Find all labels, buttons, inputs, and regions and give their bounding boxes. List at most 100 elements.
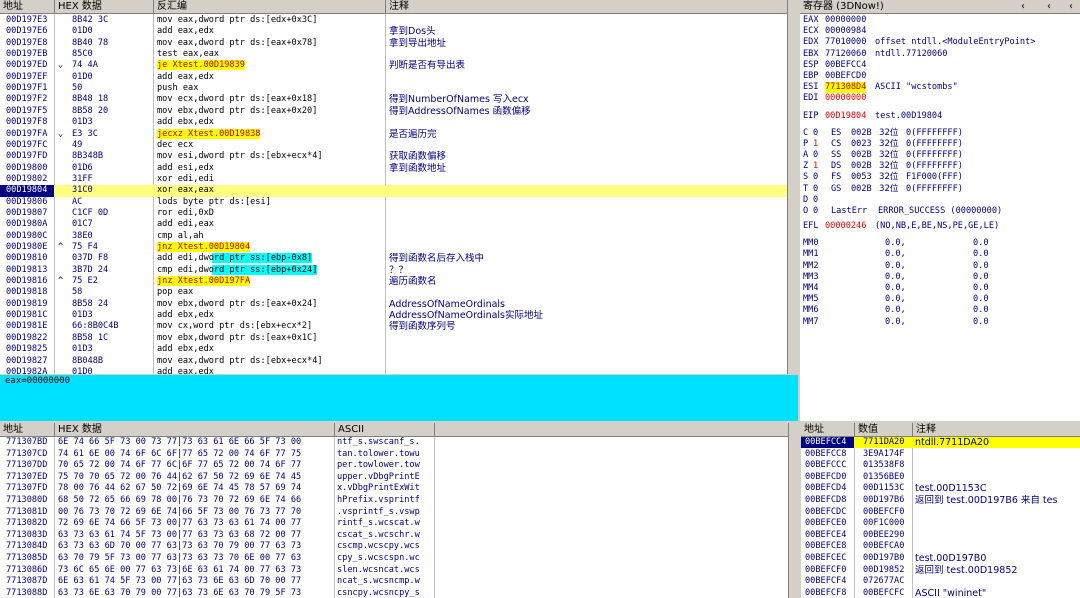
stack-row[interactable]: 00BEFCDC 00BEFCF0 <box>801 507 1080 518</box>
flag-value[interactable]: 0 <box>813 206 818 217</box>
stack-row[interactable]: 00BEFCE0 00F1C000 <box>801 518 1080 529</box>
stack-col-value[interactable]: 数值 <box>855 423 913 437</box>
stack-row[interactable]: 00BEFCD0 01356BE0 <box>801 472 1080 483</box>
register-value[interactable]: 77120060 <box>825 49 866 60</box>
flag-value[interactable]: 0 <box>813 195 818 206</box>
dump-row[interactable]: 7713087D 6E 63 61 74 5F 73 00 77|63 73 6E… <box>0 576 788 587</box>
disasm-row[interactable]: 00D197E3 8B42 3C mov eax,dword ptr ds:[edx… <box>0 15 787 26</box>
stack-row[interactable]: 00BEFCD4 00D1153C test.00D1153C <box>801 483 1080 494</box>
disasm-row[interactable]: 00D1981C 01D3 add ebx,edx AddressOfNameOrdi… <box>0 310 787 321</box>
chevron-left-icon[interactable]: ‹ <box>1044 0 1056 14</box>
chevron-left-icon[interactable]: ‹ <box>1066 0 1078 14</box>
disasm-row[interactable]: 00D197FC 49 dec ecx <box>0 140 787 151</box>
register-name: EIP <box>803 110 819 121</box>
disasm-row[interactable]: 00D197F8 01D3 add ebx,edx <box>0 117 787 128</box>
disasm-row[interactable]: 00D19807 C1CF 0D ror edi,0xD <box>0 208 787 219</box>
register-value[interactable]: 00000246 <box>825 221 866 232</box>
dump-row[interactable]: 7713084D 63 73 63 6D 70 00 77 63|73 63 70… <box>0 541 788 552</box>
dump-row[interactable]: 7713088D 63 73 6E 63 70 79 00 77|63 73 6E… <box>0 588 788 598</box>
disasm-row[interactable]: 00D197EB 85C0 test eax,eax <box>0 49 787 60</box>
dump-row[interactable]: 771307CD 74 61 6E 00 74 6F 6C 6F|77 65 72… <box>0 449 788 460</box>
disasm-row[interactable]: 00D197F1 50 push eax <box>0 83 787 94</box>
col-header-disasm[interactable]: 反汇编 <box>154 0 386 14</box>
register-value[interactable]: 00000984 <box>825 26 866 37</box>
disasm-row[interactable]: 00D1982A 01D0 add eax,edx <box>0 367 787 374</box>
col-header-address[interactable]: 地址 <box>0 0 55 14</box>
register-name: MM3 <box>803 271 819 282</box>
disasm-row[interactable]: 00D19800 01D6 add esi,edx 拿到函数地址 <box>0 163 787 174</box>
register-value[interactable]: 00BEFCD0 <box>825 71 866 82</box>
disasm-row[interactable]: 00D19810 037D F8 add edi,dword ptr ss:[ebp… <box>0 253 787 264</box>
stack-row[interactable]: 00BEFCF8 00BEFCFC ASCII "wininet" <box>801 588 1080 598</box>
disasm-row[interactable]: 00D197E8 8B40 78 mov eax,dword ptr ds:[eax… <box>0 38 787 49</box>
disasm-row[interactable]: 00D197F5 8B58 20 mov ebx,dword ptr ds:[eax… <box>0 106 787 117</box>
dump-row[interactable]: 771307ED 75 70 70 65 72 00 76 44|62 67 50… <box>0 472 788 483</box>
stack-row[interactable]: 00BEFCE8 00BEFCA0 <box>801 541 1080 552</box>
disasm-row[interactable]: 00D19816 ^ 75 E2 jnz Xtest.00D197FA 遍历函数名 <box>0 276 787 287</box>
disasm-row[interactable]: 00D19818 58 pop eax <box>0 287 787 298</box>
flag-value[interactable]: 0 <box>813 150 818 161</box>
disasm-row[interactable]: 00D197FA ⌄ E3 3C jecxz Xtest.00D19838 是否遍历完 <box>0 128 787 140</box>
stack-row[interactable]: 00BEFCD8 00D197B6 返回到 test.00D197B6 来自 tes <box>801 495 1080 506</box>
dump-row[interactable]: 7713082D 72 69 6E 74 66 5F 73 00|77 63 73… <box>0 518 788 529</box>
stack-col-address[interactable]: 地址 <box>801 423 855 437</box>
disasm-row[interactable]: 00D19802 31FF xor edi,edi <box>0 174 787 185</box>
dump-row[interactable]: 7713083D 63 73 63 61 74 5F 73 00|77 63 73… <box>0 530 788 541</box>
disasm-row[interactable]: 00D19819 8B58 24 mov ebx,dword ptr ds:[eax… <box>0 299 787 310</box>
disasm-row[interactable]: 00D19813 3B7D 24 cmp edi,dword ptr ss:[ebp… <box>0 264 787 276</box>
dump-row[interactable]: 771307BD 6E 74 66 5F 73 00 73 77|73 63 61… <box>0 437 788 448</box>
disasm-row[interactable]: 00D1980C 38E0 cmp al,ah <box>0 231 787 242</box>
memory-dump-pane[interactable]: 地址 HEX 数据 ASCII 771307BD 6E 74 66 5F 73 0… <box>0 423 788 598</box>
disasm-row[interactable]: 00D1981E 66:8B0C4B mov cx,word ptr ds:[ebx… <box>0 321 787 332</box>
stack-row[interactable]: 00BEFCF0 00D19852 返回到 test.00D19852 <box>801 565 1080 576</box>
register-value[interactable]: 00D19804 <box>825 111 866 122</box>
col-header-comment[interactable]: 注释 <box>386 0 787 14</box>
register-value[interactable]: 77010000 <box>825 37 866 48</box>
flag-value[interactable]: 0 <box>813 128 818 139</box>
disasm-scrollbar[interactable] <box>787 0 798 374</box>
disasm-row[interactable]: 00D19825 01D3 add ebx,edx <box>0 344 787 355</box>
stack-row[interactable]: 00BEFCF4 072677AC <box>801 576 1080 587</box>
register-value[interactable]: 00000000 <box>825 15 866 26</box>
stack-row[interactable]: 00BEFCE4 00BEE290 <box>801 530 1080 541</box>
disasm-hex: 8B40 78 <box>72 37 109 48</box>
disasm-row[interactable]: 00D19822 8B58 1C mov ebx,dword ptr ds:[eax… <box>0 333 787 344</box>
dump-col-hex[interactable]: HEX 数据 <box>55 423 335 437</box>
stack-pane[interactable]: 地址 数值 注释 00BEFCC4 7711DA20 ntdll.7711DA20 0… <box>801 423 1080 598</box>
stack-row[interactable]: 00BEFCEC 00D197B0 test.00D197B0 <box>801 553 1080 564</box>
disasm-row[interactable]: 00D197ED ⌄ 74 4A je Xtest.00D19839 判断是否有导出表 <box>0 60 787 71</box>
dump-col-address[interactable]: 地址 <box>0 423 55 437</box>
col-header-hex[interactable]: HEX 数据 <box>55 0 154 14</box>
disasm-row[interactable]: 00D197F2 8B48 18 mov ecx,dword ptr ds:[eax… <box>0 94 787 105</box>
disasm-row[interactable]: 00D19806 AC lods byte ptr ds:[esi] <box>0 197 787 208</box>
dump-scrollbar[interactable] <box>788 423 799 598</box>
flag-value[interactable]: 0 <box>813 172 818 183</box>
disasm-row[interactable]: 00D19804 31C0 xor eax,eax <box>0 185 787 197</box>
disasm-row[interactable]: 00D197E6 01D0 add eax,edx 拿到Dos头 <box>0 26 787 37</box>
dump-col-ascii[interactable]: ASCII <box>335 423 435 437</box>
registers-pane[interactable]: 寄存器 (3DNow!) ‹ ‹ ‹ EAX 00000000 ECX 0000098… <box>800 0 1080 421</box>
register-value[interactable]: 00000000 <box>825 93 866 104</box>
disassembly-pane[interactable]: 地址 HEX 数据 反汇编 注释 00D197E3 8B42 3C mov eax,… <box>0 0 787 374</box>
disasm-row[interactable]: 00D19827 8B048B mov eax,dword ptr ds:[ebx+… <box>0 356 787 367</box>
dump-row[interactable]: 7713081D 00 76 73 70 72 69 6E 74|66 5F 73… <box>0 507 788 518</box>
disasm-row[interactable]: 00D1980A 01C7 add edi,eax <box>0 219 787 230</box>
dump-row[interactable]: 7713080D 68 50 72 65 66 69 78 00|76 73 70… <box>0 495 788 506</box>
dump-row[interactable]: 771307DD 70 65 72 00 74 6F 77 6C|6F 77 65… <box>0 460 788 471</box>
disasm-row[interactable]: 00D1980E ^ 75 F4 jnz Xtest.00D19804 <box>0 242 787 253</box>
register-value[interactable]: 771308D4 <box>825 82 867 94</box>
flag-value[interactable]: 1 <box>813 139 818 150</box>
dump-row[interactable]: 7713086D 73 6C 65 6E 00 77 63 73|6E 63 61… <box>0 565 788 576</box>
flag-value[interactable]: 0 <box>813 184 818 195</box>
dump-row[interactable]: 7713085D 63 70 79 5F 73 00 77 63|73 63 73… <box>0 553 788 564</box>
flag-value[interactable]: 1 <box>813 161 818 172</box>
stack-row[interactable]: 00BEFCC8 3E9A174F <box>801 449 1080 460</box>
dump-row[interactable]: 771307FD 78 00 76 44 62 67 50 72|69 6E 74… <box>0 483 788 494</box>
disasm-row[interactable]: 00D197FD 8B348B mov esi,dword ptr ds:[ebx+… <box>0 151 787 162</box>
stack-row[interactable]: 00BEFCC4 7711DA20 ntdll.7711DA20 <box>801 437 1080 449</box>
stack-row[interactable]: 00BEFCCC 013538F8 <box>801 460 1080 471</box>
stack-col-comment[interactable]: 注释 <box>913 423 1080 437</box>
chevron-left-icon[interactable]: ‹ <box>1018 0 1030 14</box>
disasm-row[interactable]: 00D197EF 01D0 add eax,edx <box>0 72 787 83</box>
register-value[interactable]: 00BEFCC4 <box>825 60 866 71</box>
